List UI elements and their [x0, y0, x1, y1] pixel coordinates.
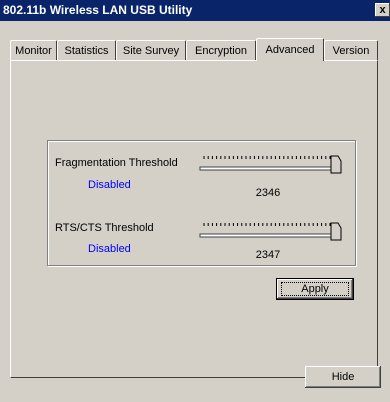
slider-ticks — [203, 223, 331, 226]
rts-cts-status: Disabled — [88, 243, 131, 255]
hide-button-label: Hide — [331, 371, 355, 383]
close-icon: x — [379, 4, 386, 16]
tab-version[interactable]: Version — [324, 40, 378, 60]
tab-statistics[interactable]: Statistics — [57, 40, 116, 60]
tab-encryption[interactable]: Encryption — [186, 40, 256, 60]
apply-focus-rect — [281, 282, 349, 296]
tab-site-survey[interactable]: Site Survey — [116, 40, 186, 60]
rts-cts-threshold-label: RTS/CTS Threshold — [55, 222, 154, 234]
slider-groove — [199, 233, 337, 238]
window-title: 802.11b Wireless LAN USB Utility — [3, 3, 193, 17]
slider-thumb — [330, 155, 342, 174]
rts-cts-value: 2347 — [255, 249, 281, 261]
slider-graphic — [199, 155, 342, 174]
slider-thumb — [330, 222, 342, 241]
fragmentation-threshold-label: Fragmentation Threshold — [55, 157, 178, 169]
rts-cts-threshold-slider[interactable] — [198, 219, 343, 241]
fragmentation-value: 2346 — [255, 187, 281, 199]
title-bar[interactable]: 802.11b Wireless LAN USB Utility x — [0, 0, 390, 21]
close-button[interactable]: x — [375, 3, 390, 17]
apply-button[interactable]: Apply — [276, 278, 354, 300]
tab-monitor[interactable]: Monitor — [10, 40, 57, 60]
utility-window: 802.11b Wireless LAN USB Utility x Monit… — [0, 0, 390, 402]
slider-groove — [199, 166, 337, 171]
tab-advanced[interactable]: Advanced — [256, 38, 324, 61]
slider-graphic — [199, 222, 342, 241]
slider-ticks — [203, 156, 331, 159]
hide-button[interactable]: Hide — [305, 366, 381, 388]
fragmentation-status: Disabled — [88, 179, 131, 191]
fragmentation-threshold-slider[interactable] — [198, 152, 343, 174]
